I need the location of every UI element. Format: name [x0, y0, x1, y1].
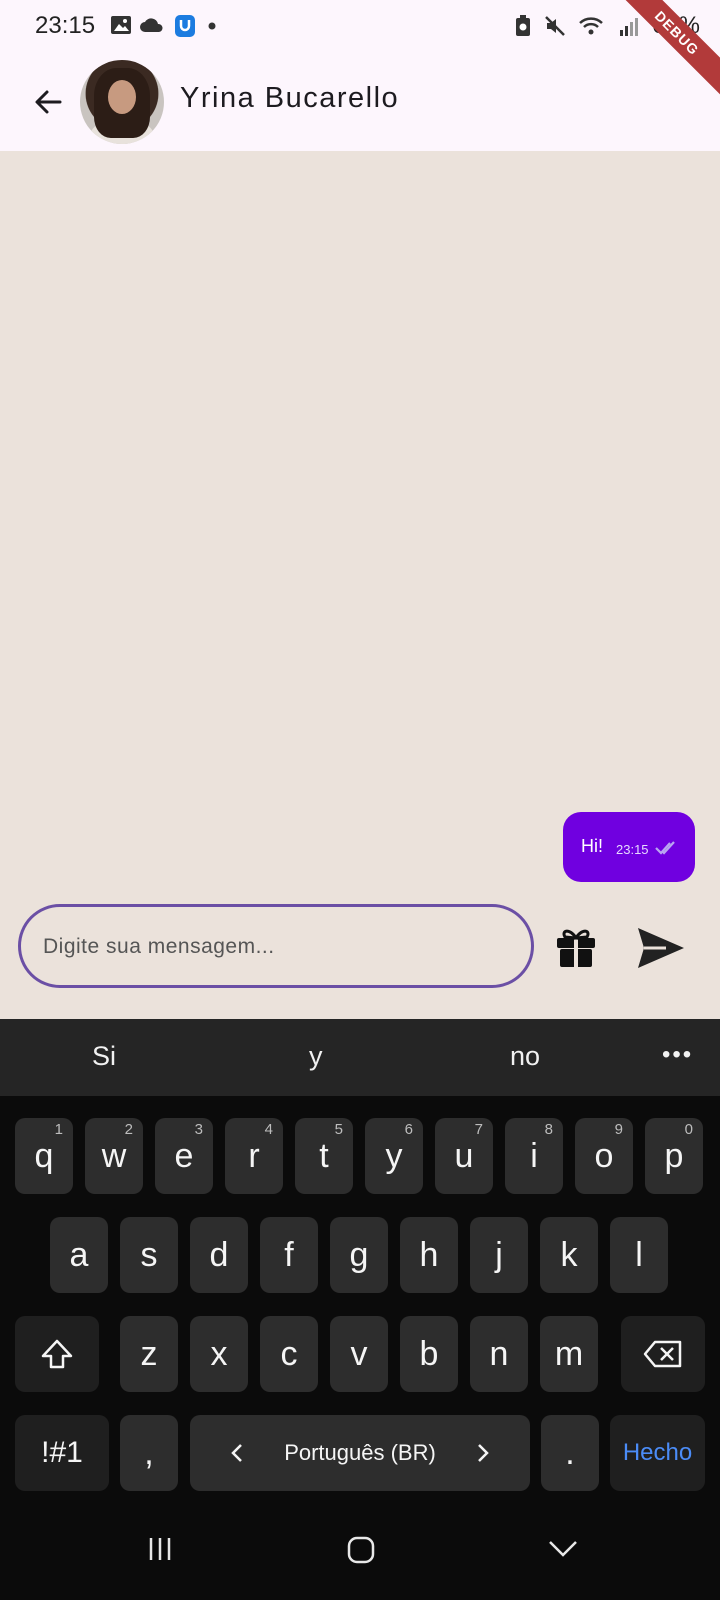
chevron-right-icon [478, 1444, 489, 1462]
key-h[interactable]: h [400, 1217, 458, 1293]
send-button[interactable] [636, 926, 686, 970]
key-label: i [530, 1136, 538, 1175]
key-g[interactable]: g [330, 1217, 388, 1293]
app-notification-icon [175, 15, 195, 37]
home-icon[interactable] [346, 1535, 376, 1565]
key-label: e [174, 1136, 194, 1175]
key-n[interactable]: n [470, 1316, 528, 1392]
key-num: 0 [684, 1121, 693, 1138]
suggestion-2[interactable]: y [309, 1041, 323, 1072]
avatar[interactable] [80, 60, 164, 144]
message-text: Hi! [581, 836, 603, 856]
image-icon [111, 16, 131, 34]
key-d[interactable]: d [190, 1217, 248, 1293]
key-l[interactable]: l [610, 1217, 668, 1293]
key-z[interactable]: z [120, 1316, 178, 1392]
done-key[interactable]: Hecho [610, 1415, 705, 1491]
avatar-face [108, 80, 136, 114]
comma-key[interactable]: , [120, 1415, 178, 1491]
more-options-icon[interactable]: ••• [662, 1041, 693, 1069]
key-label: o [594, 1136, 614, 1175]
dot-icon [208, 22, 216, 30]
top-bar: 23:15 67% DEBUG Yrina Bucarello [0, 0, 720, 151]
key-f[interactable]: f [260, 1217, 318, 1293]
key-r[interactable]: r4 [225, 1118, 283, 1194]
chevron-left-icon [231, 1444, 242, 1462]
suggestion-3[interactable]: no [510, 1041, 540, 1072]
key-k[interactable]: k [540, 1217, 598, 1293]
backspace-icon [643, 1340, 682, 1368]
period-key[interactable]: . [541, 1415, 599, 1491]
key-label: q [34, 1136, 54, 1175]
mute-icon [545, 16, 565, 36]
key-u[interactable]: u7 [435, 1118, 493, 1194]
status-time: 23:15 [35, 12, 96, 39]
key-num: 4 [264, 1121, 273, 1138]
key-y[interactable]: y6 [365, 1118, 423, 1194]
message-input-container[interactable] [18, 904, 534, 988]
key-e[interactable]: e3 [155, 1118, 213, 1194]
arrow-back-icon [35, 90, 62, 114]
key-w[interactable]: w2 [85, 1118, 143, 1194]
key-j[interactable]: j [470, 1217, 528, 1293]
key-b[interactable]: b [400, 1316, 458, 1392]
signal-icon [619, 18, 638, 36]
send-icon [638, 928, 684, 968]
app-bar: Yrina Bucarello [0, 54, 720, 151]
key-o[interactable]: o9 [575, 1118, 633, 1194]
gift-icon [557, 929, 595, 967]
key-s[interactable]: s [120, 1217, 178, 1293]
battery-saver-icon [515, 15, 530, 36]
recent-apps-icon[interactable] [146, 1535, 174, 1563]
key-num: 3 [194, 1121, 203, 1138]
system-nav-bar [0, 1503, 720, 1600]
key-label: u [454, 1136, 474, 1175]
message-bubble[interactable]: Hi! 23:15 [563, 812, 695, 882]
wifi-icon [579, 17, 603, 35]
shift-key[interactable] [15, 1316, 99, 1392]
key-m[interactable]: m [540, 1316, 598, 1392]
key-a[interactable]: a [50, 1217, 108, 1293]
key-num: 1 [54, 1121, 63, 1138]
key-label: p [664, 1136, 684, 1175]
status-bar: 23:15 67% DEBUG [0, 0, 720, 103]
suggestion-1[interactable]: Si [92, 1041, 116, 1072]
back-button[interactable] [30, 84, 66, 120]
key-t[interactable]: t5 [295, 1118, 353, 1194]
key-label: w [101, 1136, 127, 1175]
key-q[interactable]: q1 [15, 1118, 73, 1194]
key-i[interactable]: i8 [505, 1118, 563, 1194]
key-label: y [385, 1136, 403, 1175]
chevron-down-icon[interactable] [548, 1539, 578, 1559]
key-num: 9 [614, 1121, 623, 1138]
space-key[interactable]: Português (BR) [190, 1415, 530, 1491]
shift-icon [41, 1339, 73, 1369]
key-num: 8 [544, 1121, 553, 1138]
backspace-key[interactable] [621, 1316, 705, 1392]
suggestion-bar: Si y no ••• [0, 1019, 720, 1096]
key-num: 7 [474, 1121, 483, 1138]
key-label: t [319, 1136, 329, 1175]
key-label: r [248, 1136, 260, 1175]
key-num: 5 [334, 1121, 343, 1138]
language-label: Português (BR) [284, 1440, 436, 1465]
gift-button[interactable] [553, 924, 599, 970]
key-p[interactable]: p0 [645, 1118, 703, 1194]
cloud-icon [140, 18, 163, 32]
message-input[interactable] [41, 907, 515, 987]
key-num: 2 [124, 1121, 133, 1138]
chat-area[interactable]: Hi! 23:15 [0, 151, 720, 1019]
double-check-icon [655, 841, 675, 855]
key-c[interactable]: c [260, 1316, 318, 1392]
message-time: 23:15 [616, 842, 649, 857]
symbols-key[interactable]: !#1 [15, 1415, 109, 1491]
key-x[interactable]: x [190, 1316, 248, 1392]
key-v[interactable]: v [330, 1316, 388, 1392]
contact-name[interactable]: Yrina Bucarello [180, 82, 399, 115]
key-num: 6 [404, 1121, 413, 1138]
